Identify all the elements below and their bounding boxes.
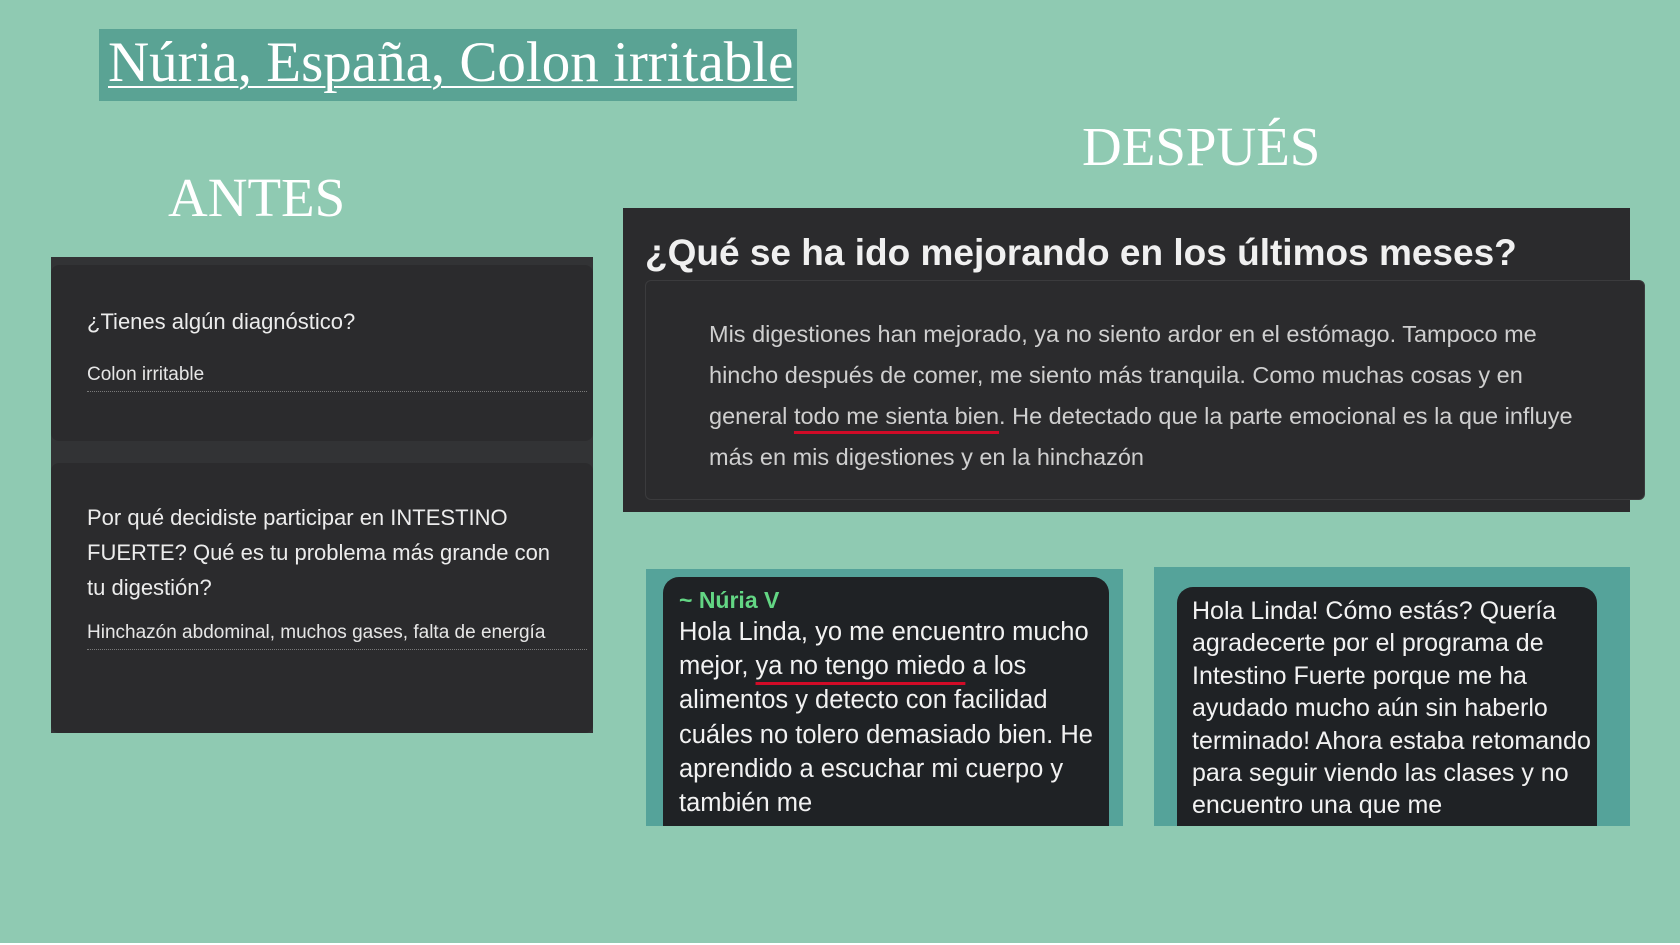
- reason-card: Por qué decidiste participar en INTESTIN…: [51, 463, 593, 733]
- chat-bubble-2: Hola Linda! Cómo estás? Quería agradecer…: [1177, 587, 1597, 826]
- antes-form-panel: ¿Tienes algún diagnóstico? Colon irritab…: [51, 257, 593, 733]
- despues-form-panel: ¿Qué se ha ido mejorando en los últimos …: [623, 208, 1645, 512]
- despues-heading: DESPUÉS: [1082, 116, 1321, 177]
- diagnosis-answer: Colon irritable: [87, 360, 587, 392]
- chat-message-2: Hola Linda! Cómo estás? Quería agradecer…: [1192, 597, 1591, 820]
- diagnosis-question: ¿Tienes algún diagnóstico?: [87, 309, 356, 334]
- improvement-answer-highlight: todo me sienta bien: [793, 403, 1000, 429]
- reason-question: Por qué decidiste participar en INTESTIN…: [87, 505, 551, 600]
- chat-1-highlight: ya no tengo miedo: [755, 652, 966, 681]
- improvement-answer-box: Mis digestiones han mejorado, ya no sien…: [645, 280, 1645, 500]
- sender-name: ~ Núria V: [679, 587, 780, 613]
- diagnosis-card: ¿Tienes algún diagnóstico? Colon irritab…: [51, 265, 593, 441]
- chat-bubble-1: ~ Núria V Hola Linda, yo me encuentro mu…: [663, 577, 1109, 826]
- antes-heading: ANTES: [168, 167, 346, 228]
- chat-screenshot-1: ~ Núria V Hola Linda, yo me encuentro mu…: [646, 569, 1123, 826]
- chat-message-1: Hola Linda, yo me encuentro mucho mejor,…: [679, 615, 1099, 820]
- slide-title: Núria, España, Colon irritable: [108, 31, 794, 94]
- improvement-answer: Mis digestiones han mejorado, ya no sien…: [709, 314, 1589, 478]
- reason-answer: Hinchazón abdominal, muchos gases, falta…: [87, 618, 587, 650]
- improvement-question: ¿Qué se ha ido mejorando en los últimos …: [645, 232, 1517, 273]
- chat-screenshot-2: Hola Linda! Cómo estás? Quería agradecer…: [1154, 567, 1630, 826]
